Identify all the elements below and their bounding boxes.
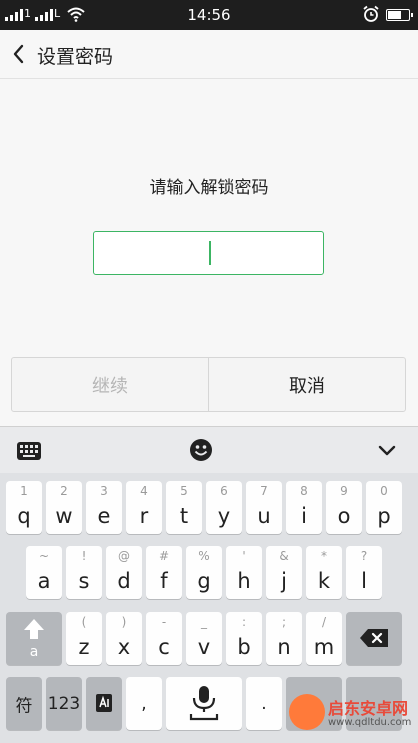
symbols-key[interactable]: 符 [6,677,42,730]
watermark-text: 启东安卓网 [328,699,409,718]
space-key[interactable] [166,677,242,730]
key-m[interactable]: / m [306,612,342,665]
key-q[interactable]: 1q [6,481,42,534]
shift-key[interactable]: a [6,612,62,665]
back-button[interactable] [6,36,34,72]
backspace-key[interactable] [346,612,402,665]
chevron-down-icon[interactable] [377,444,397,458]
page-title: 设置密码 [37,46,114,68]
key-j[interactable]: & j [266,546,302,599]
divider [0,78,418,79]
alarm-icon [363,5,379,22]
password-prompt: 请输入解锁密码 [149,178,269,198]
key-p[interactable]: 0p [366,481,402,534]
key-e[interactable]: 3e [86,481,122,534]
key-s[interactable]: ! s [66,546,102,599]
watermark-logo [289,694,325,730]
watermark-url: www.qdltdu.com [328,717,412,728]
key-w[interactable]: 2w [46,481,82,534]
language-switch-icon [96,694,112,712]
chevron-left-icon [13,44,24,64]
shift-arrow-icon [24,619,44,639]
battery-icon [386,9,413,21]
key-u[interactable]: 7u [246,481,282,534]
continue-button[interactable]: 继续 [12,358,209,411]
status-bar: 1 L 14:56 [0,0,418,30]
input-method-key[interactable] [86,677,122,730]
key-o[interactable]: 9o [326,481,362,534]
key-t[interactable]: 5t [166,481,202,534]
keyboard-icon[interactable] [16,441,42,461]
key-k[interactable]: * k [306,546,342,599]
comma-key[interactable]: , [126,677,162,730]
cancel-button[interactable]: 取消 [209,358,405,411]
key-b[interactable]: :b [226,612,262,665]
key-g[interactable]: % g [186,546,222,599]
key-x[interactable]: ) x [106,612,142,665]
password-input[interactable] [93,231,324,275]
clock: 14:56 [187,6,231,24]
key-n[interactable]: ; n [266,612,302,665]
title-bar: 设置密码 [0,30,418,78]
key-h[interactable]: ' h [226,546,262,599]
key-c[interactable]: -c [146,612,182,665]
key-d[interactable]: @ d [106,546,142,599]
action-buttons: 继续 取消 [11,357,406,412]
microphone-icon [189,686,219,721]
key-l[interactable]: ? l [346,546,382,599]
key-z[interactable]: (z [66,612,102,665]
key-r[interactable]: 4r [126,481,162,534]
key-i[interactable]: 8i [286,481,322,534]
backspace-icon [360,629,388,647]
key-f[interactable]: # f [146,546,182,599]
text-caret [209,241,211,265]
key-a[interactable]: ~ a [26,546,62,599]
period-key[interactable]: . [246,677,282,730]
watermark: 启东安卓网 www.qdltdu.com [283,689,416,741]
key-y[interactable]: 6y [206,481,242,534]
keyboard-toolbar [0,426,418,473]
key-v[interactable]: _ v [186,612,222,665]
numbers-key[interactable]: 123 [46,677,82,730]
emoji-icon[interactable] [189,438,213,462]
